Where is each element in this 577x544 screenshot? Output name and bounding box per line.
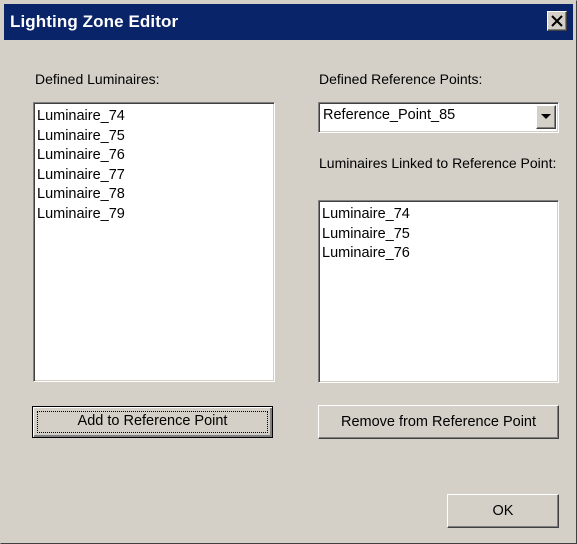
- list-item[interactable]: Luminaire_74: [37, 107, 271, 127]
- add-to-reference-point-button[interactable]: Add to Reference Point: [32, 406, 273, 438]
- remove-from-reference-point-button[interactable]: Remove from Reference Point: [318, 405, 559, 439]
- linked-luminaires-list[interactable]: Luminaire_74 Luminaire_75 Luminaire_76: [318, 200, 559, 383]
- defined-reference-points-label: Defined Reference Points:: [319, 71, 483, 87]
- close-button[interactable]: [547, 11, 567, 31]
- reference-point-dropdown[interactable]: Reference_Point_85: [318, 102, 559, 133]
- dropdown-arrow-button[interactable]: [536, 105, 556, 129]
- lighting-zone-editor-dialog: Lighting Zone Editor Defined Luminaires:…: [0, 0, 577, 544]
- close-icon: [551, 15, 563, 27]
- window-title: Lighting Zone Editor: [10, 12, 179, 31]
- list-item[interactable]: Luminaire_78: [37, 185, 271, 205]
- chevron-down-icon: [541, 114, 551, 119]
- ok-button-label: OK: [492, 503, 514, 519]
- defined-luminaires-list[interactable]: Luminaire_74 Luminaire_75 Luminaire_76 Lumi…: [33, 102, 275, 382]
- defined-luminaires-label: Defined Luminaires:: [35, 71, 160, 87]
- add-button-label: Add to Reference Point: [77, 413, 228, 429]
- linked-luminaires-label: Luminaires Linked to Reference Point:: [319, 155, 557, 171]
- list-item[interactable]: Luminaire_75: [322, 225, 555, 245]
- title-bar[interactable]: Lighting Zone Editor: [4, 4, 573, 40]
- list-item[interactable]: Luminaire_75: [37, 127, 271, 147]
- list-item[interactable]: Luminaire_77: [37, 166, 271, 186]
- list-item[interactable]: Luminaire_74: [322, 205, 555, 225]
- remove-button-label: Remove from Reference Point: [340, 414, 537, 430]
- list-item[interactable]: Luminaire_79: [37, 205, 271, 225]
- list-item[interactable]: Luminaire_76: [37, 146, 271, 166]
- reference-point-selected-value: Reference_Point_85: [323, 107, 456, 123]
- list-item[interactable]: Luminaire_76: [322, 244, 555, 264]
- ok-button[interactable]: OK: [447, 494, 559, 528]
